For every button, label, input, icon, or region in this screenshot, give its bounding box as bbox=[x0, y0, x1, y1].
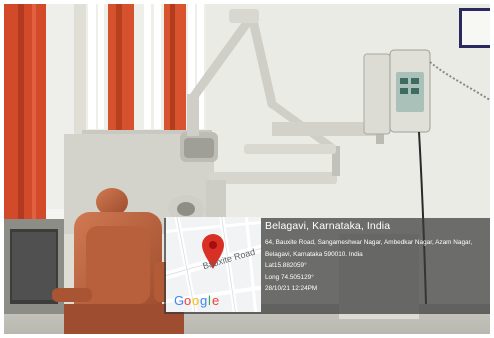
longitude: Long 74.505129° bbox=[265, 273, 314, 281]
photo-frame: Bauxite Road G o o g l e Belagavi, Karna… bbox=[4, 4, 490, 334]
svg-text:l: l bbox=[208, 293, 211, 308]
latitude: Lat15.882059° bbox=[265, 262, 307, 269]
location-title: Belagavi, Karnataka, India bbox=[265, 220, 391, 232]
svg-text:o: o bbox=[184, 293, 191, 308]
address-line-2: Belagavi, Karnataka 590010. India bbox=[265, 250, 363, 258]
svg-text:G: G bbox=[174, 293, 184, 308]
map-thumbnail: Bauxite Road G o o g l e bbox=[166, 217, 261, 312]
address-line-1: 64, Bauxite Road, Sangameshwar Nagar, Am… bbox=[265, 239, 473, 246]
svg-text:e: e bbox=[212, 293, 219, 308]
timestamp: 28/10/21 12:24PM bbox=[265, 285, 318, 292]
google-logo: G o o g l e bbox=[174, 293, 219, 308]
svg-text:o: o bbox=[192, 293, 199, 308]
geotag-details: Belagavi, Karnataka, India 64, Bauxite R… bbox=[265, 220, 490, 295]
svg-text:g: g bbox=[200, 293, 207, 308]
